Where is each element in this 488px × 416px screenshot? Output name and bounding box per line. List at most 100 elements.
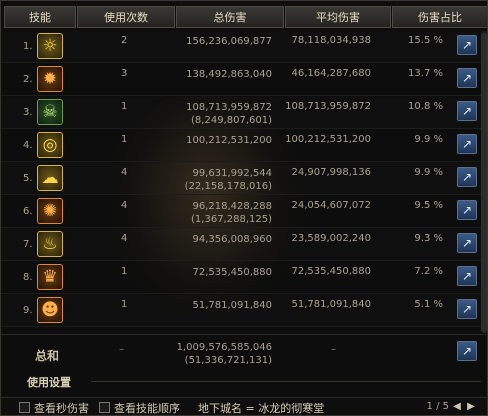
row-total: 51,781,091,840	[176, 299, 272, 312]
header-uses[interactable]: 使用次数	[77, 6, 175, 28]
next-page-icon[interactable]: ▶	[465, 401, 477, 413]
summary-share-button[interactable]: ↗	[457, 341, 477, 361]
row-total-value: 94,356,008,960	[192, 234, 272, 245]
table-row: 7. ♨ 4 94,356,008,960 23,589,002,240 9.3 % ↗	[1, 229, 487, 261]
row-average: 23,589,002,240	[291, 233, 371, 244]
row-uses: 1	[121, 266, 128, 277]
row-total: 100,212,531,200	[176, 134, 272, 147]
header-skill[interactable]: 技能	[4, 6, 76, 28]
row-uses: 1	[121, 134, 128, 145]
share-icon: ↗	[461, 71, 473, 85]
row-total: 96,218,428,288 (1,367,288,125)	[176, 200, 272, 226]
table-row: 5. ☁ 4 99,631,992,544 (22,158,178,016) 24,907…	[1, 163, 487, 195]
row-share-button[interactable]: ↗	[457, 299, 477, 319]
row-uses: 4	[121, 233, 128, 244]
table-row: 4. ◎ 1 100,212,531,200 100,212,531,200 9.9 % ↗	[1, 130, 487, 162]
row-share-button[interactable]: ↗	[457, 101, 477, 121]
row-share: 10.8 %	[408, 101, 443, 112]
row-total: 94,356,008,960	[176, 233, 272, 246]
settings-title: 使用设置	[27, 376, 71, 389]
order-checkbox[interactable]	[99, 402, 110, 413]
row-rank: 4.	[23, 140, 33, 151]
share-icon: ↗	[461, 236, 473, 250]
row-rank: 2.	[23, 74, 33, 85]
row-total: 99,631,992,544 (22,158,178,016)	[176, 167, 272, 193]
row-total-sub: (22,158,178,016)	[184, 181, 272, 192]
order-checkbox-label[interactable]: 查看技能顺序	[114, 400, 180, 416]
crowned-pumpkin-icon: ♛	[37, 264, 63, 290]
row-share: 7.2 %	[414, 266, 443, 277]
page-indicator: 1 / 5	[426, 401, 449, 412]
row-total-sub: (1,367,288,125)	[191, 214, 272, 225]
row-average: 78,118,034,938	[291, 35, 371, 46]
header-total[interactable]: 总伤害	[176, 6, 284, 28]
scrollbar-thumb[interactable]	[481, 33, 487, 333]
row-rank: 6.	[23, 206, 33, 217]
row-share: 9.9 %	[414, 134, 443, 145]
row-share: 13.7 %	[408, 68, 443, 79]
damage-stats-window: 技能 使用次数 总伤害 平均伤害 伤害占比 1. ☼ 2 156,236,069,87…	[0, 0, 488, 416]
row-total: 156,236,069,877	[176, 35, 272, 48]
tribal-mask-icon: ☼	[37, 33, 63, 59]
row-share-button[interactable]: ↗	[457, 167, 477, 187]
share-icon: ↗	[461, 269, 473, 283]
summary-average: –	[331, 344, 336, 355]
row-average: 108,713,959,872	[285, 101, 371, 112]
settings-divider	[91, 381, 481, 382]
row-total-value: 138,492,863,040	[186, 69, 272, 80]
header-share[interactable]: 伤害占比	[392, 6, 487, 28]
dps-checkbox-label[interactable]: 查看秒伤害	[34, 400, 89, 416]
row-share: 15.5 %	[408, 35, 443, 46]
row-total: 72,535,450,880	[176, 266, 272, 279]
header-average[interactable]: 平均伤害	[285, 6, 391, 28]
row-rank: 1.	[23, 41, 33, 52]
row-uses: 4	[121, 167, 128, 178]
summary-row: 总和 – 1,009,576,585,046 (51,336,721,131) …	[1, 334, 487, 370]
row-total-value: 99,631,992,544	[192, 168, 272, 179]
jack-o-lantern-icon: ☻	[37, 297, 63, 323]
row-total: 138,492,863,040	[176, 68, 272, 81]
dungeon-name: 地下城名 = 冰龙的彻寒堂	[198, 401, 325, 415]
row-average: 24,907,998,136	[291, 167, 371, 178]
row-share-button[interactable]: ↗	[457, 200, 477, 220]
row-share-button[interactable]: ↗	[457, 134, 477, 154]
row-uses: 4	[121, 200, 128, 211]
share-icon: ↗	[461, 302, 473, 316]
row-uses: 2	[121, 35, 128, 46]
row-uses: 1	[121, 299, 128, 310]
row-share: 9.5 %	[414, 200, 443, 211]
table-row: 2. ✹ 3 138,492,863,040 46,164,287,680 13.7 % ↗	[1, 64, 487, 96]
row-share-button[interactable]: ↗	[457, 68, 477, 88]
row-share: 9.9 %	[414, 167, 443, 178]
dps-checkbox[interactable]	[19, 402, 30, 413]
summary-total-sub: (51,336,721,131)	[184, 355, 272, 366]
row-average: 51,781,091,840	[291, 299, 371, 310]
table-header: 技能 使用次数 总伤害 平均伤害 伤害占比	[1, 5, 487, 29]
row-rank: 9.	[23, 305, 33, 316]
row-uses: 3	[121, 68, 128, 79]
row-total-value: 72,535,450,880	[192, 267, 272, 278]
scrollbar[interactable]	[481, 31, 487, 333]
row-share-button[interactable]: ↗	[457, 35, 477, 55]
share-icon: ↗	[461, 38, 473, 52]
row-average: 100,212,531,200	[285, 134, 371, 145]
row-average: 46,164,287,680	[291, 68, 371, 79]
prev-page-icon[interactable]: ◀	[451, 401, 463, 413]
storm-cloud-icon: ☁	[37, 165, 63, 191]
row-total-value: 51,781,091,840	[192, 300, 272, 311]
row-share-button[interactable]: ↗	[457, 233, 477, 253]
summary-total-value: 1,009,576,585,046	[176, 342, 272, 353]
row-average: 72,535,450,880	[291, 266, 371, 277]
row-total-value: 100,212,531,200	[186, 135, 272, 146]
table-row: 8. ♛ 1 72,535,450,880 72,535,450,880 7.2 % ↗	[1, 262, 487, 294]
fire-arch-icon: ♨	[37, 231, 63, 257]
table-row: 9. ☻ 1 51,781,091,840 51,781,091,840 5.1 % ↗	[1, 295, 487, 327]
row-total-value: 108,713,959,872	[186, 102, 272, 113]
row-total: 108,713,959,872 (8,249,807,601)	[176, 101, 272, 127]
share-icon: ↗	[461, 137, 473, 151]
row-rank: 8.	[23, 272, 33, 283]
row-total-value: 156,236,069,877	[186, 36, 272, 47]
row-rank: 3.	[23, 107, 33, 118]
pumpkin-bomb-icon: ✺	[37, 198, 63, 224]
row-share-button[interactable]: ↗	[457, 266, 477, 286]
